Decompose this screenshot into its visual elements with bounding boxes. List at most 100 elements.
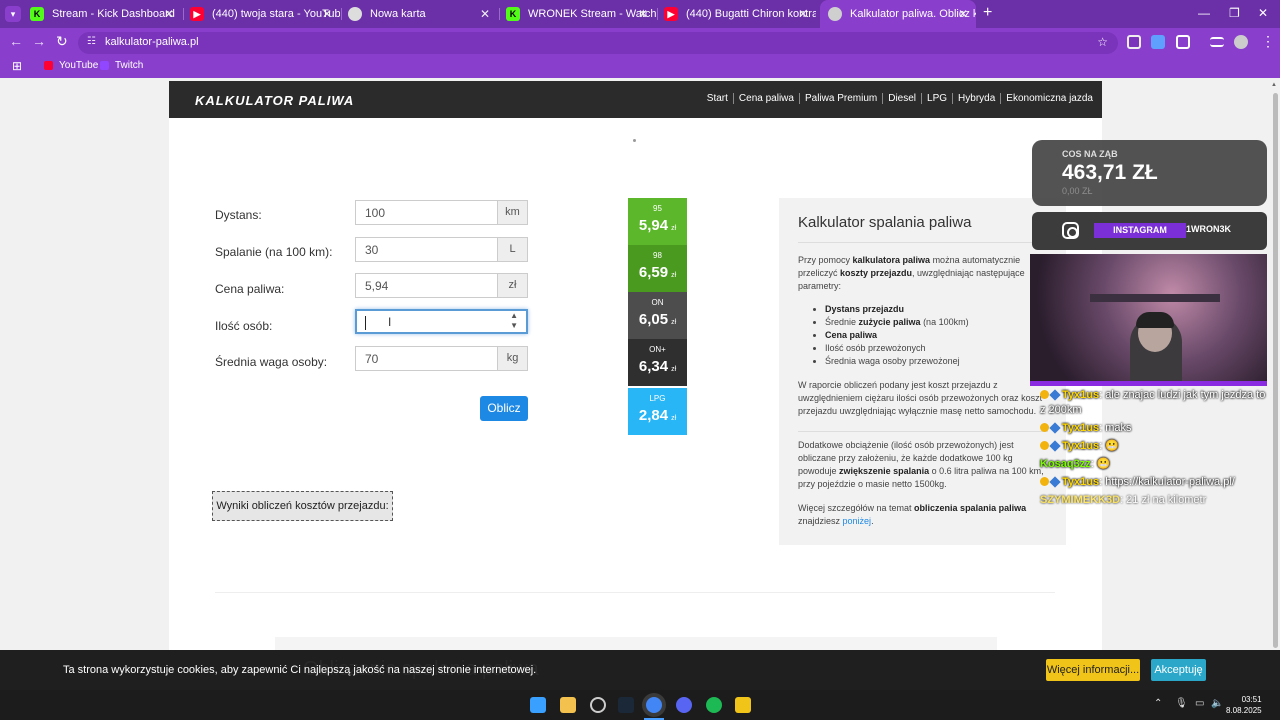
tray-chevron-icon[interactable]: ⌃ — [1154, 698, 1162, 709]
more-info-button[interactable]: Więcej informacji... — [1046, 659, 1140, 681]
chat-message: Kosaq3zz: 😬 — [1040, 458, 1111, 470]
fuel-price-unit: zł — [671, 225, 677, 232]
tab-wronek-stream[interactable]: K WRONEK Stream - Watch Live o ✕ — [506, 0, 656, 28]
site-info-icon[interactable]: ☷ — [87, 36, 96, 47]
extensions-puzzle-icon[interactable] — [1176, 35, 1190, 49]
restore-icon[interactable]: ❐ — [1229, 6, 1240, 20]
nav-hybryda[interactable]: Hybryda — [953, 93, 1002, 104]
distance-input[interactable]: 100 — [355, 200, 498, 225]
tab-search-button[interactable]: ▾ — [5, 6, 21, 22]
details-link[interactable]: poniżej — [843, 516, 872, 526]
price-tile-on-plus[interactable]: ON+ 6,34 zł — [628, 339, 687, 386]
window-close-icon[interactable]: ✕ — [1258, 6, 1268, 20]
list-item: Cena paliwa — [825, 329, 1045, 342]
steam-icon[interactable] — [618, 697, 634, 713]
calculate-button[interactable]: Oblicz — [480, 396, 528, 421]
nav-diesel[interactable]: Diesel — [883, 93, 923, 104]
divider — [798, 242, 1048, 243]
reload-icon[interactable]: ↻ — [56, 33, 68, 50]
fuel-name: 98 — [653, 251, 662, 260]
apps-grid-icon[interactable]: ⊞ — [12, 59, 22, 73]
app-icon[interactable] — [590, 697, 606, 713]
avg-weight-label: Średnia waga osoby: — [215, 355, 328, 369]
tab-kalkulator-paliwa[interactable]: Kalkulator paliwa. Oblicz koszty ✕ — [820, 0, 976, 28]
accept-cookies-button[interactable]: Akceptuję — [1151, 659, 1206, 681]
back-icon[interactable]: ← — [9, 33, 23, 49]
spotify-icon[interactable] — [706, 697, 722, 713]
bookmark-twitch[interactable]: Twitch — [100, 60, 143, 71]
microphone-icon[interactable]: 🎙 — [1175, 698, 1188, 709]
tab-youtube-1[interactable]: ▶ (440) twoja stara - YouTube ✕ — [190, 0, 340, 28]
diamond-badge-icon — [1049, 422, 1061, 434]
diamond-badge-icon — [1049, 440, 1061, 452]
app-icon[interactable] — [735, 697, 751, 713]
consumption-input[interactable]: 30 — [355, 237, 498, 262]
tab-new-tab[interactable]: Nowa karta ✕ — [348, 0, 498, 28]
donation-amount: 463,71 ZŁ — [1062, 161, 1158, 184]
forward-icon[interactable]: → — [32, 33, 46, 49]
new-tab-button[interactable]: + — [983, 4, 992, 22]
info-more-text: Więcej szczegółów na temat obliczenia sp… — [798, 503, 1027, 526]
divider — [215, 592, 1055, 593]
nav-paliwa-premium[interactable]: Paliwa Premium — [800, 93, 884, 104]
fuel-price-unit: zł — [671, 415, 677, 422]
tab-label: WRONEK Stream - Watch Live o — [528, 8, 656, 20]
fuel-price-input[interactable]: 5,94 — [355, 273, 498, 298]
volume-icon[interactable]: 🔈 — [1211, 698, 1223, 709]
close-icon[interactable]: ✕ — [958, 7, 968, 21]
address-bar[interactable]: ☷ kalkulator-paliwa.pl ☆ — [78, 32, 1118, 54]
chat-message: Tyx1us: 😬 — [1040, 439, 1270, 454]
price-tile-98[interactable]: 98 6,59 zł — [628, 245, 687, 292]
scroll-up-icon[interactable]: ▲ — [1271, 82, 1277, 88]
chrome-icon[interactable] — [646, 697, 662, 713]
fuel-price-value: 6,59 — [638, 264, 669, 281]
site-logo[interactable]: KALKULATOR PALIWA — [195, 93, 354, 108]
info-report-text: W raporcie obliczeń podany jest koszt pr… — [798, 380, 1043, 416]
close-icon[interactable]: ✕ — [638, 7, 648, 21]
youtube-icon — [44, 61, 53, 70]
menu-icon[interactable]: ⋮ — [1261, 33, 1275, 50]
avg-weight-input[interactable]: 70 — [355, 346, 498, 371]
close-icon[interactable]: ✕ — [480, 7, 490, 21]
price-tile-on[interactable]: ON 6,05 zł — [628, 292, 687, 339]
bookmark-star-icon[interactable]: ☆ — [1097, 35, 1108, 49]
bookmark-youtube[interactable]: YouTube — [44, 60, 98, 71]
list-item: Średnia waga osoby przewożonej — [825, 355, 1045, 368]
spinner-arrows-icon[interactable]: ▲ ▼ — [510, 311, 518, 331]
close-icon[interactable]: ✕ — [322, 7, 332, 21]
nav-lpg[interactable]: LPG — [922, 93, 954, 104]
nav-cena-paliwa[interactable]: Cena paliwa — [734, 93, 800, 104]
minimize-icon[interactable]: — — [1198, 6, 1210, 20]
donation-sub-amount: 0,00 ZŁ — [1062, 186, 1093, 196]
price-tile-95[interactable]: 95 5,94 zł — [628, 198, 687, 245]
tab-youtube-2[interactable]: ▶ (440) Bugatti Chiron kontra bo ✕ — [664, 0, 816, 28]
scrollbar-thumb[interactable] — [1273, 93, 1278, 648]
fuel-price: 2,84 zł — [628, 407, 687, 424]
fuel-price-unit: zł — [671, 366, 677, 373]
profile-avatar[interactable] — [1234, 35, 1248, 49]
close-icon[interactable]: ✕ — [798, 7, 808, 21]
nav-start[interactable]: Start — [702, 93, 734, 104]
ibeam-pointer-icon: I — [388, 315, 392, 329]
network-icon[interactable]: ▭ — [1195, 698, 1204, 709]
kick-icon: K — [30, 7, 44, 21]
webcam-feed — [1030, 254, 1267, 386]
fuel-price-unit: zł — [671, 319, 677, 326]
reading-list-icon[interactable] — [1210, 37, 1224, 47]
nav-ekonomiczna-jazda[interactable]: Ekonomiczna jazda — [1001, 93, 1098, 104]
site-header: KALKULATOR PALIWA Start Cena paliwa Pali… — [169, 81, 1102, 118]
discord-icon[interactable] — [676, 697, 692, 713]
fuel-price-label: Cena paliwa: — [215, 282, 285, 296]
tab-kick-dashboard[interactable]: K Stream - Kick Dashboard ✕ — [30, 0, 182, 28]
info-load-text: Dodatkowe obciążenie (ilość osób przewoż… — [798, 440, 1044, 489]
close-icon[interactable]: ✕ — [164, 7, 174, 21]
extension-icon[interactable] — [1127, 35, 1141, 49]
system-clock[interactable]: 03:51 8.08.2025 — [1226, 694, 1262, 716]
price-tile-lpg[interactable]: LPG 2,84 zł — [628, 388, 687, 435]
section-background — [275, 637, 997, 651]
translate-extension-icon[interactable] — [1151, 35, 1165, 49]
tab-label: Nowa karta — [370, 8, 426, 20]
start-icon[interactable] — [530, 697, 546, 713]
file-explorer-icon[interactable] — [560, 697, 576, 713]
people-count-input[interactable]: I ▲ ▼ — [355, 309, 528, 334]
